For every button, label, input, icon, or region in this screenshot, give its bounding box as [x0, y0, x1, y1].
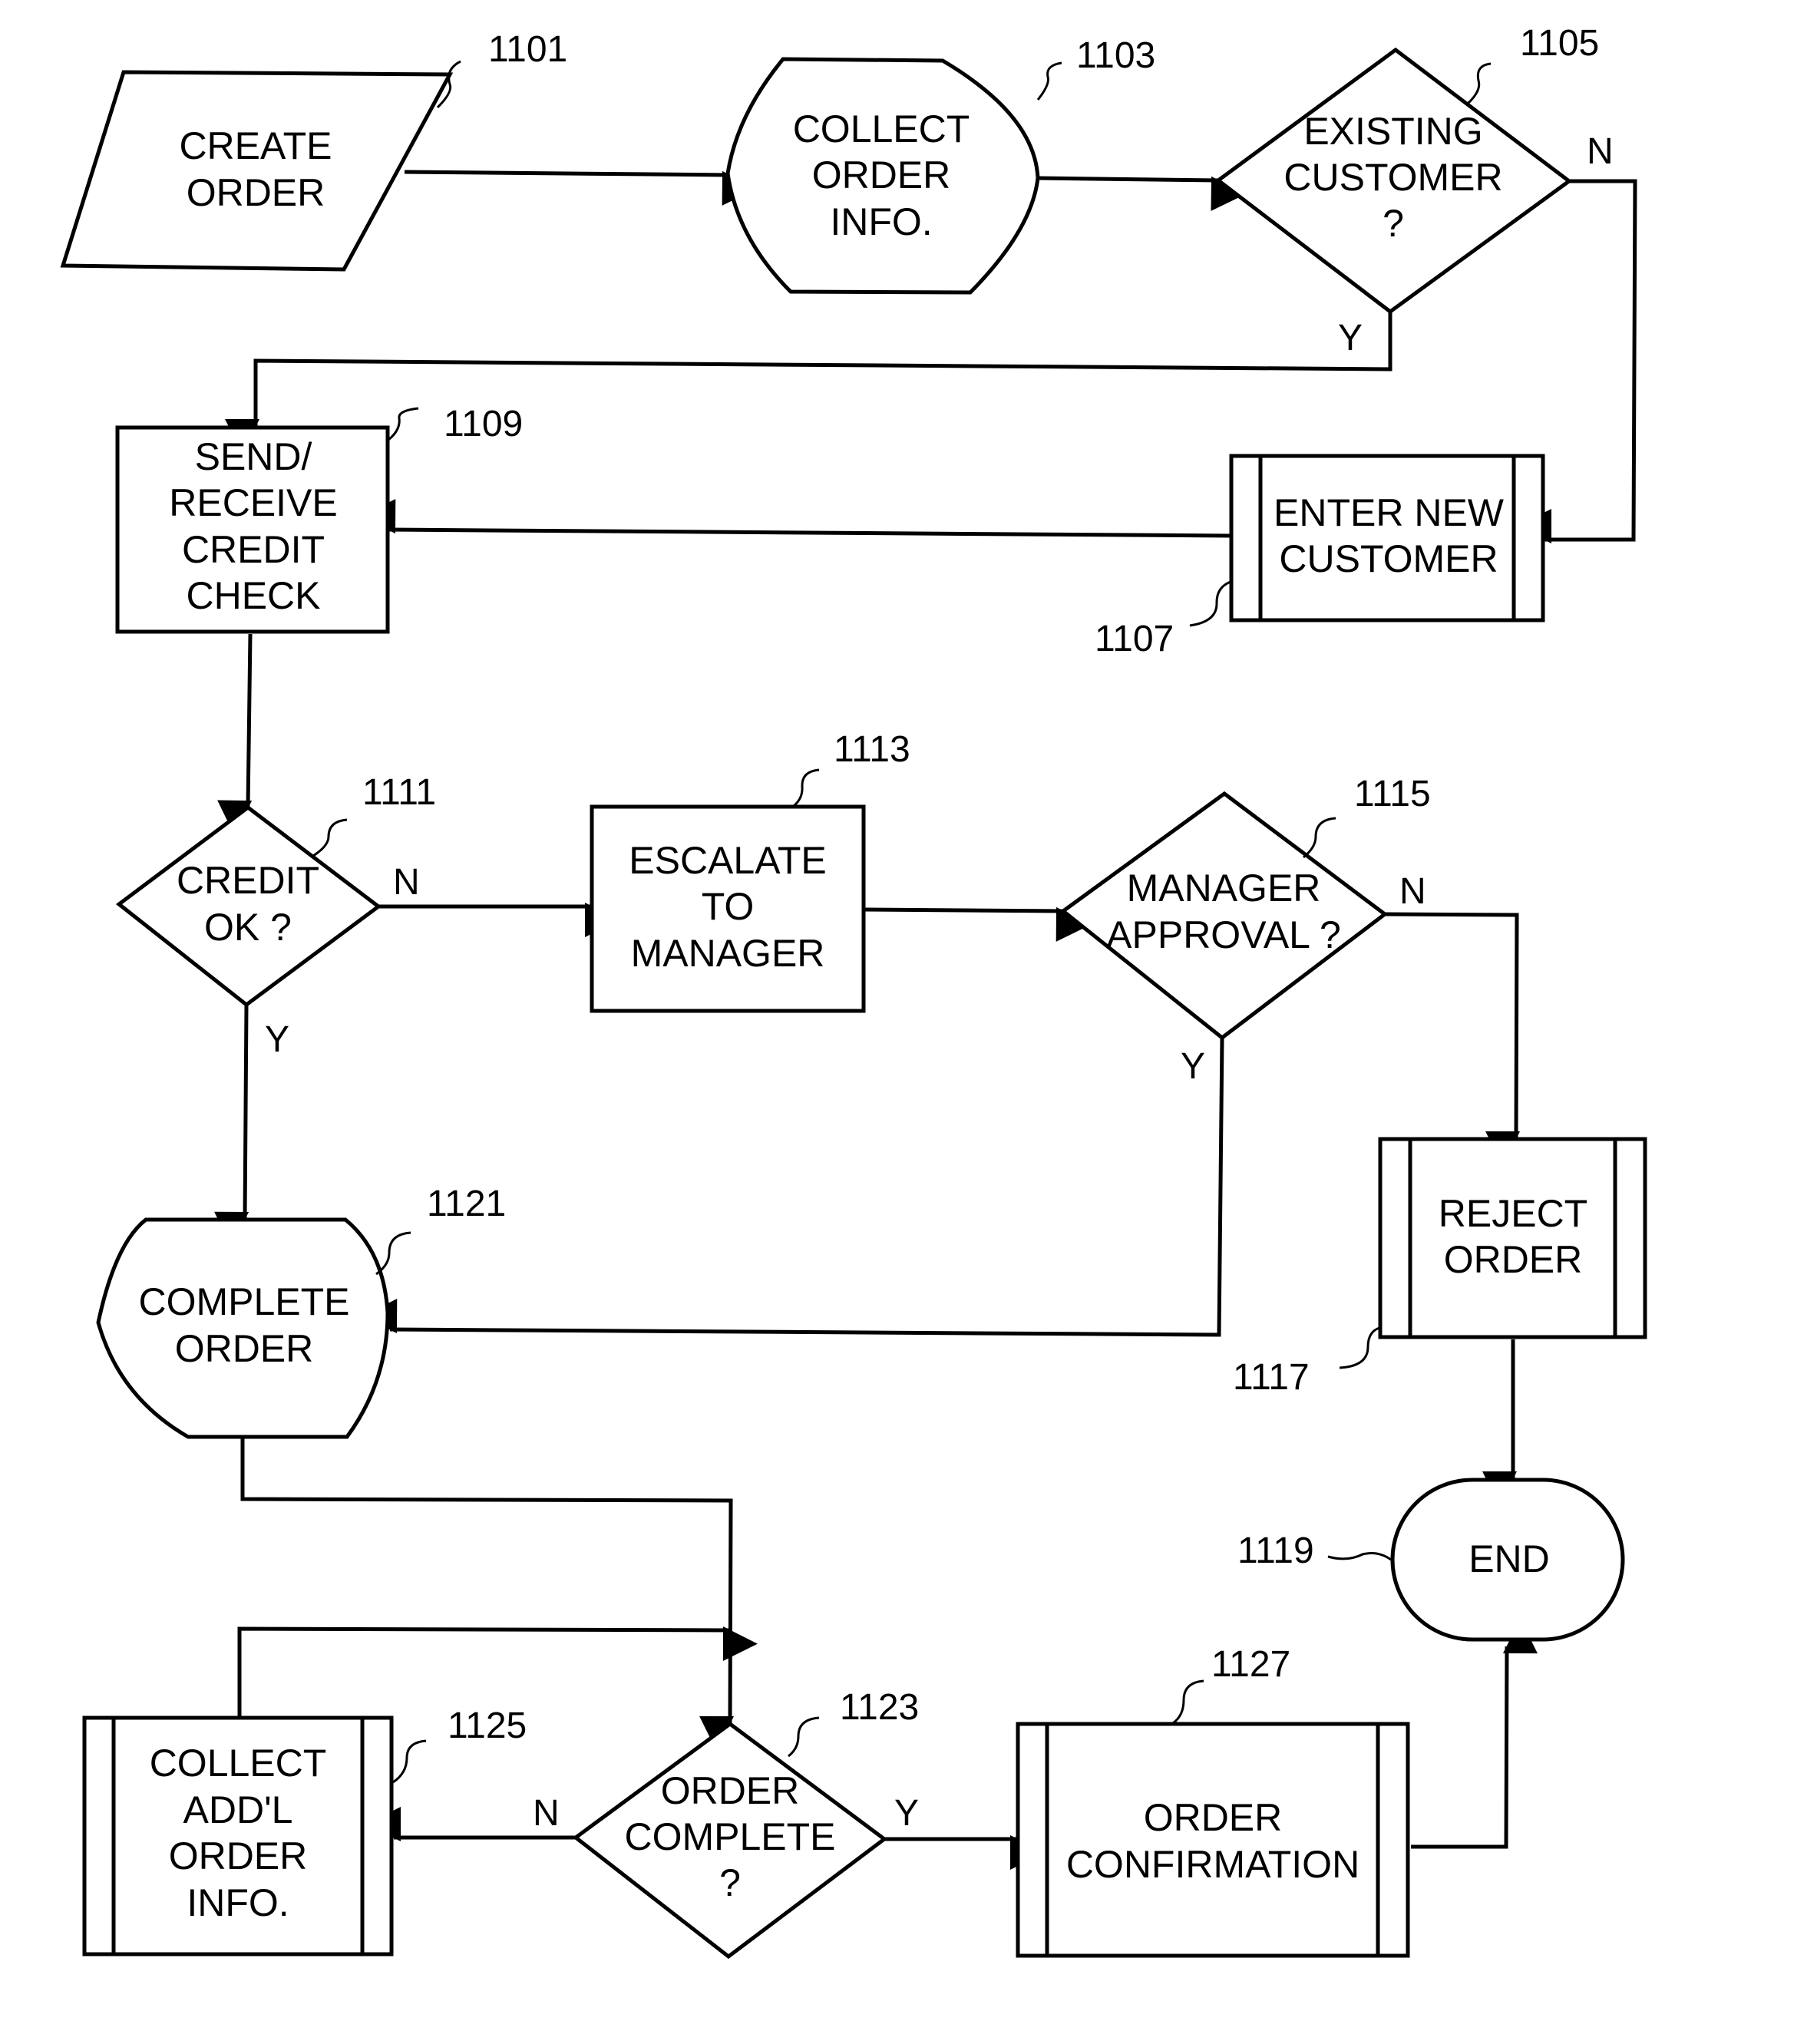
ref-1103: 1103 [1076, 35, 1155, 76]
node-1109-send-receive-credit-check[interactable]: SEND/RECEIVE CREDIT CHECK [115, 425, 390, 634]
node-label: ORDER [1444, 1238, 1583, 1281]
node-label: ESCALATE [629, 839, 827, 882]
node-1117-reject-order[interactable]: REJECT ORDER [1378, 1137, 1647, 1339]
branch-label-1123-yes: Y [894, 1793, 919, 1834]
node-label: CONFIRMATION [1066, 1843, 1359, 1886]
node-label: CREDIT [182, 528, 325, 571]
node-1107-enter-new-customer[interactable]: ENTER NEW CUSTOMER [1229, 454, 1545, 622]
node-1119-end[interactable]: END [1390, 1478, 1625, 1642]
node-label: ENTER NEW [1274, 491, 1505, 534]
node-label: END [1468, 1537, 1550, 1580]
node-label: COMPLETE [624, 1815, 835, 1858]
flowchart: CREATE ORDER COLLECT ORDER INFO. EXISTING CU… [60, 23, 1647, 1960]
ref-1123: 1123 [840, 1687, 919, 1728]
node-label: ORDER [187, 171, 325, 214]
edge-1107-1109 [361, 499, 1232, 538]
node-label: CUSTOMER [1283, 156, 1502, 199]
edge-1113-1115 [864, 906, 1091, 942]
svg-text:END: END [1468, 1537, 1550, 1580]
node-1121-complete-order[interactable]: COMPLETE ORDER [96, 1217, 390, 1439]
node-1105-existing-customer[interactable]: EXISTING CUSTOMER? [1214, 47, 1573, 315]
node-label: COLLECT [150, 1742, 327, 1785]
branch-label-1123-no: N [533, 1793, 560, 1834]
ref-1115: 1115 [1354, 774, 1431, 814]
node-label: REJECT [1439, 1192, 1587, 1235]
ref-1105: 1105 [1520, 23, 1599, 64]
node-label: CREDIT [177, 859, 319, 902]
node-label: COMPLETE [138, 1280, 349, 1323]
node-label: TO [702, 885, 755, 928]
branch-label-1111-yes: Y [265, 1019, 289, 1060]
node-1125-collect-addl-order-info[interactable]: COLLECT ADD'L ORDER INFO. [82, 1715, 394, 1956]
node-label: INFO. [187, 1881, 289, 1924]
node-1127-order-confirmation[interactable]: ORDER CONFIRMATION [1016, 1722, 1410, 1958]
node-1111-credit-ok[interactable]: CREDIT OK ? [115, 804, 382, 1008]
node-label: INFO. [830, 200, 932, 243]
edge-1115-1117-no [1384, 912, 1521, 1166]
node-1103-collect-order-info[interactable]: COLLECT ORDER INFO. [725, 57, 1040, 295]
edge-1105-1107-no [1517, 179, 1637, 543]
edge-1127-1119 [1411, 1619, 1538, 1849]
edge-1101-1103 [404, 170, 757, 206]
ref-1117: 1117 [1233, 1357, 1310, 1398]
edge-1121-1123 [240, 1435, 735, 1751]
edge-1105-1109-yes [225, 312, 1392, 454]
node-label: SEND/ [195, 435, 312, 478]
node-1115-manager-approval[interactable]: MANAGER APPROVAL ? [1059, 791, 1389, 1041]
ref-1107: 1107 [1095, 619, 1174, 659]
node-label: ? [719, 1861, 741, 1904]
node-label: ADD'L [183, 1788, 293, 1831]
node-1123-order-complete[interactable]: ORDER COMPLETE? [572, 1721, 888, 1960]
edge-1109-1111 [217, 633, 253, 835]
ref-1121: 1121 [427, 1184, 506, 1224]
edge-1125-1123 [237, 1626, 758, 1717]
node-label: ORDER [169, 1834, 308, 1877]
node-label: RECEIVE [169, 481, 338, 524]
node-label: ORDER [812, 154, 951, 196]
node-label: MANAGER [1127, 867, 1321, 910]
node-label: CREATE [179, 124, 332, 167]
node-label: EXISTING [1303, 110, 1482, 153]
node-1101-create-order[interactable]: CREATE ORDER [60, 70, 454, 272]
branch-label-1105-yes: Y [1338, 318, 1363, 358]
branch-label-1115-yes: Y [1181, 1046, 1205, 1087]
ref-1113: 1113 [834, 729, 910, 770]
ref-1127: 1127 [1211, 1644, 1290, 1685]
node-label: MANAGER [631, 932, 825, 975]
ref-1109: 1109 [444, 404, 523, 444]
node-1113-escalate-to-manager[interactable]: ESCALATE TO MANAGER [590, 804, 866, 1013]
node-label: OK ? [204, 906, 292, 949]
edge-1111-1121-yes [214, 1004, 249, 1247]
node-label: ? [1383, 202, 1404, 245]
branch-label-1115-no: N [1399, 871, 1426, 912]
ref-1101: 1101 [488, 29, 567, 70]
node-label: ORDER [661, 1769, 800, 1812]
branch-label-1111-no: N [393, 862, 420, 903]
node-label: COLLECT [793, 107, 970, 150]
node-label: ORDER [1144, 1796, 1283, 1839]
edge-1103-1105 [1037, 176, 1246, 211]
ref-1111: 1111 [362, 772, 436, 813]
ref-1119: 1119 [1237, 1531, 1314, 1571]
node-label: CUSTOMER [1279, 537, 1498, 580]
ref-1125: 1125 [448, 1706, 527, 1746]
node-label: ORDER [175, 1327, 314, 1370]
node-label: CHECK [186, 574, 320, 617]
node-label: APPROVAL ? [1106, 913, 1341, 956]
edge-1115-1121-yes [362, 1037, 1224, 1337]
branch-label-1105-no: N [1587, 131, 1614, 172]
